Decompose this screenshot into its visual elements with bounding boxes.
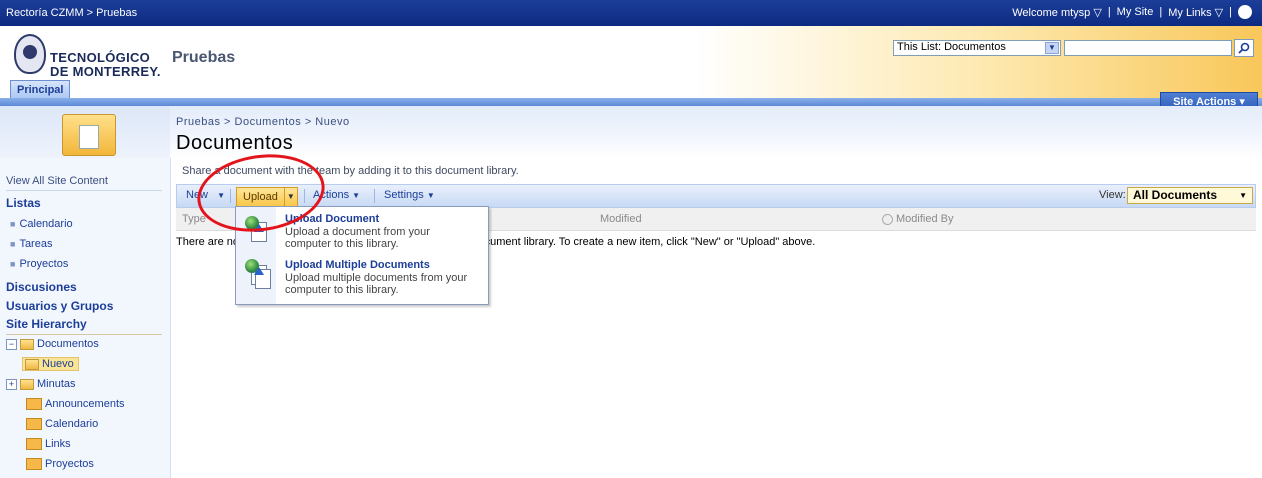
quick-launch: View All Site Content Listas ■ Calendario… (0, 158, 171, 478)
separator: | (1107, 6, 1111, 18)
library-icon-area (0, 106, 170, 158)
toolbar-separator (374, 189, 375, 203)
site-header: TECNOLÓGICO DE MONTERREY. Pruebas This L… (0, 26, 1262, 112)
collapse-icon[interactable]: − (6, 338, 17, 350)
tree-item-calendario[interactable]: Calendario (26, 418, 98, 430)
welcome-menu[interactable]: Welcome mtysp ▽ (1012, 6, 1102, 19)
tree-label: Minutas (37, 378, 76, 390)
menu-item-upload-multiple[interactable]: Upload Multiple Documents Upload multipl… (236, 257, 488, 303)
tab-bar (0, 98, 1262, 106)
seal-icon (14, 34, 46, 74)
list-toolbar: New ▼ Upload ▼ Actions ▼ Settings ▼ View… (176, 184, 1256, 208)
column-modified-by[interactable]: Modified By (882, 213, 953, 225)
site-logo[interactable]: TECNOLÓGICO DE MONTERREY. (8, 30, 168, 82)
page-title: Documentos (176, 132, 294, 154)
menu-item-upload-document[interactable]: Upload Document Upload a document from y… (236, 209, 488, 255)
global-nav-bar: Rectoría CZMM > Pruebas Welcome mtysp ▽ … (0, 0, 1262, 26)
page-title-area: Pruebas > Documentos > Nuevo Documentos (0, 106, 1262, 158)
tree-label: Nuevo (42, 358, 74, 370)
chevron-down-icon: ▼ (1045, 42, 1059, 54)
settings-menu-button[interactable]: Settings ▼ (384, 189, 435, 201)
upload-label: Upload (243, 191, 278, 203)
my-links-menu[interactable]: My Links ▽ (1168, 6, 1223, 19)
nav-item-calendario[interactable]: ■ Calendario (10, 218, 73, 230)
search-input[interactable] (1064, 40, 1232, 56)
tree-label: Documentos (37, 338, 99, 350)
separator: | (1159, 6, 1163, 18)
upload-dropdown-menu: Upload Document Upload a document from y… (235, 206, 489, 305)
menu-item-title: Upload Document (285, 213, 380, 225)
calendar-icon (26, 418, 42, 430)
view-select[interactable]: All Documents ▼ (1127, 187, 1253, 204)
folder-icon (20, 378, 34, 390)
site-title[interactable]: Pruebas (172, 49, 235, 67)
separator: | (1229, 6, 1232, 18)
document-library-icon (62, 114, 116, 156)
open-folder-icon (25, 358, 39, 370)
menu-item-description: Upload a document from your computer to … (285, 226, 430, 250)
column-label: Modified By (896, 213, 954, 225)
tree-item-announcements[interactable]: Announcements (26, 398, 125, 410)
expand-icon[interactable]: + (6, 378, 17, 390)
global-links: Welcome mtysp ▽ | My Site | My Links ▽ |… (1012, 5, 1252, 19)
nav-heading-listas[interactable]: Listas (6, 196, 41, 210)
nav-item-proyectos[interactable]: ■ Proyectos (10, 258, 68, 270)
view-all-site-content-link[interactable]: View All Site Content (6, 172, 162, 191)
tree-item-documentos[interactable]: − Documentos (6, 338, 99, 350)
my-site-link[interactable]: My Site (1117, 6, 1154, 18)
search-icon (1238, 42, 1250, 54)
library-description: Share a document with the team by adding… (182, 165, 519, 177)
view-select-value: All Documents (1133, 188, 1218, 202)
upload-menu-button[interactable]: Upload ▼ (236, 187, 298, 207)
tree-item-links[interactable]: Links (26, 438, 71, 450)
nav-heading-discusiones[interactable]: Discusiones (6, 280, 77, 294)
menu-item-description: Upload multiple documents from your comp… (285, 272, 468, 296)
global-breadcrumb[interactable]: Rectoría CZMM > Pruebas (6, 7, 137, 19)
chevron-down-icon: ▼ (1239, 191, 1247, 200)
actions-menu-button[interactable]: Actions ▼ (313, 189, 360, 201)
column-type[interactable]: Type (182, 213, 206, 225)
presence-icon (882, 213, 893, 225)
tree-label: Calendario (45, 418, 99, 430)
logo-text-line1: TECNOLÓGICO (50, 50, 151, 65)
view-label: View: (1099, 189, 1126, 201)
tree-label: Announcements (45, 398, 125, 410)
tree-label: Proyectos (45, 458, 94, 470)
upload-document-icon (245, 216, 267, 242)
list-icon (26, 458, 42, 470)
nav-heading-site-hierarchy[interactable]: Site Hierarchy (6, 317, 87, 331)
search-scope-value: This List: Documentos (897, 41, 1006, 53)
tree-item-nuevo[interactable]: Nuevo (22, 357, 79, 371)
search-button[interactable] (1234, 39, 1254, 57)
tree-label: Links (45, 438, 71, 450)
upload-multiple-icon (245, 259, 271, 289)
tree-selected-node: Nuevo (22, 357, 79, 371)
folder-icon (20, 338, 34, 350)
menu-item-title: Upload Multiple Documents (285, 259, 430, 271)
page-breadcrumb[interactable]: Pruebas > Documentos > Nuevo (176, 116, 350, 128)
links-icon (26, 438, 42, 450)
tree-item-proyectos[interactable]: Proyectos (26, 458, 94, 470)
search-scope-select[interactable]: This List: Documentos ▼ (893, 40, 1061, 56)
announcements-icon (26, 398, 42, 410)
logo-text-line2: DE MONTERREY. (50, 64, 161, 79)
new-menu-button[interactable]: New ▼ (186, 189, 225, 201)
tab-principal[interactable]: Principal (10, 80, 71, 99)
nav-item-tareas[interactable]: ■ Tareas (10, 238, 52, 250)
column-modified[interactable]: Modified (600, 213, 642, 225)
toolbar-separator (304, 189, 305, 203)
tree-item-minutas[interactable]: + Minutas (6, 378, 76, 390)
toolbar-separator (230, 189, 231, 203)
nav-heading-usuarios[interactable]: Usuarios y Grupos (6, 299, 113, 313)
chevron-down-icon[interactable]: ▼ (283, 188, 297, 206)
help-icon[interactable]: ? (1238, 5, 1252, 19)
nav-divider (6, 334, 162, 335)
